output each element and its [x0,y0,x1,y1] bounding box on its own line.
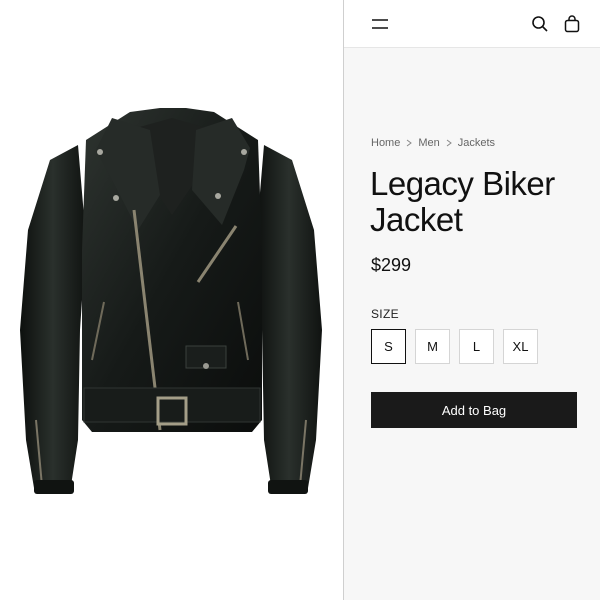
breadcrumb-home[interactable]: Home [371,137,400,149]
breadcrumb-jackets[interactable]: Jackets [458,137,495,149]
size-label: SIZE [371,307,399,321]
shopping-bag-icon[interactable] [560,12,584,36]
chevron-right-icon [446,139,452,147]
product-title-line2: Jacket [370,201,463,238]
hamburger-menu-icon[interactable] [368,12,392,36]
product-price: $299 [371,255,412,275]
size-selector: S M L XL [371,329,538,364]
size-option-xl[interactable]: XL [503,329,538,364]
product-page: Home Men Jackets Legacy Biker Jacket $29… [0,0,600,600]
size-option-l[interactable]: L [459,329,494,364]
product-title: Legacy Biker Jacket [370,166,590,238]
chevron-right-icon [406,139,413,147]
leather-jacket-illustration [20,108,322,494]
size-option-m[interactable]: M [415,329,450,364]
product-detail-panel: Home Men Jackets Legacy Biker Jacket $29… [344,0,600,600]
product-title-line1: Legacy Biker [370,165,555,202]
breadcrumb-men[interactable]: Men [418,137,439,149]
product-image [0,0,344,600]
breadcrumb: Home Men Jackets [371,137,495,149]
size-option-s[interactable]: S [371,329,406,364]
add-to-bag-button[interactable]: Add to Bag [371,392,577,428]
search-icon[interactable] [528,12,552,36]
top-bar [344,0,600,48]
